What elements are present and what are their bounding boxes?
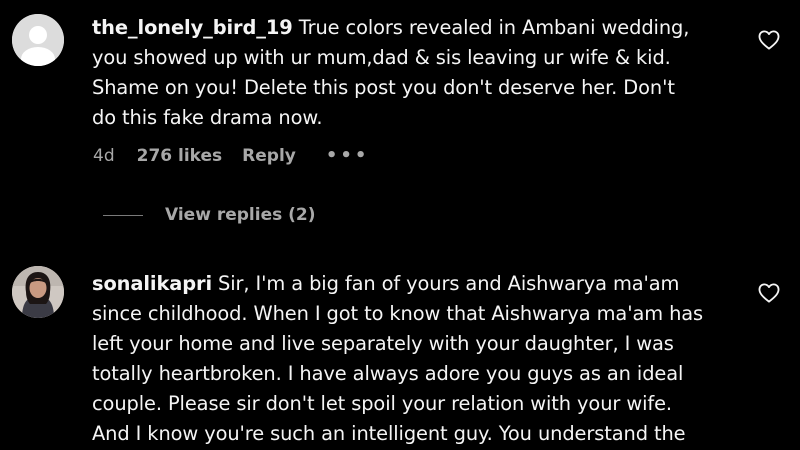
comment-line: since childhood. When I got to know that… [92, 302, 704, 325]
default-avatar-icon [12, 14, 64, 66]
like-button[interactable] [758, 30, 780, 50]
view-replies-button[interactable]: View replies (2) [103, 205, 316, 225]
avatar[interactable] [12, 14, 64, 66]
comment-text: sonalikapri Sir, I'm a big fan of yours a… [92, 269, 742, 449]
comment-meta: 4d 276 likes Reply ••• [93, 145, 369, 166]
comment-username[interactable]: sonalikapri [92, 272, 212, 295]
comment-line-text: Sir, I'm a big fan of yours and Aishwary… [218, 272, 680, 295]
more-options-icon[interactable]: ••• [326, 145, 370, 166]
comment-item: the_lonely_bird_19 True colors revealed i… [0, 0, 800, 240]
comment-line: totally heartbroken. I have always adore… [92, 362, 684, 385]
comment-line: sonalikapri Sir, I'm a big fan of yours a… [92, 269, 742, 299]
view-replies-label: View replies (2) [165, 205, 316, 225]
comment-username[interactable]: the_lonely_bird_19 [92, 16, 293, 39]
comments-page: the_lonely_bird_19 True colors revealed i… [0, 0, 800, 450]
reply-button[interactable]: Reply [242, 146, 296, 166]
like-button[interactable] [758, 283, 780, 303]
comment-line-text: True colors revealed in Ambani wedding, [298, 16, 690, 39]
comment-line: you showed up with ur mum,dad & sis leav… [92, 46, 671, 69]
comment-line: Shame on you! Delete this post you don't… [92, 76, 675, 99]
divider [103, 214, 143, 216]
heart-outline-icon [758, 283, 780, 303]
comment-line: the_lonely_bird_19 True colors revealed i… [92, 13, 742, 43]
comment-text: the_lonely_bird_19 True colors revealed i… [92, 13, 742, 133]
comment-time: 4d [93, 145, 115, 166]
like-count[interactable]: 276 likes [137, 146, 223, 166]
avatar[interactable] [12, 266, 64, 318]
comment-line: couple. Please sir don't let spoil your … [92, 392, 672, 415]
profile-photo-avatar [12, 266, 64, 318]
comment-item: sonalikapri Sir, I'm a big fan of yours a… [0, 250, 800, 450]
comment-line: And I know you're such an intelligent gu… [92, 422, 686, 445]
heart-outline-icon [758, 30, 780, 50]
comment-line: left your home and live separately with … [92, 332, 674, 355]
comment-line: do this fake drama now. [92, 106, 323, 129]
